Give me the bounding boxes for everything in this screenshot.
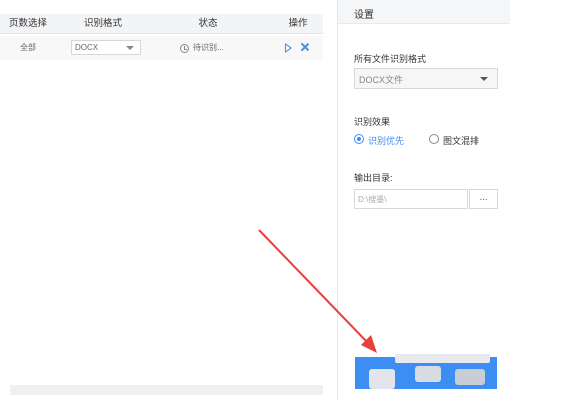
column-status: 状态 [198, 18, 218, 29]
row-format-value: DOCX [75, 43, 99, 52]
format-label: 所有文件识别格式 [354, 54, 427, 64]
horizontal-scrollbar[interactable] [10, 385, 323, 395]
settings-panel: 设置 所有文件识别格式 DOCX文件 识别效果 识别优先 图文混排 输出目录: … [337, 0, 510, 400]
table-header: 页数选择 识别格式 状态 操作 [0, 14, 323, 34]
radio-mixed-layout-label[interactable]: 图文混排 [443, 134, 479, 147]
radio-recognition-first-label[interactable]: 识别优先 [368, 134, 404, 147]
output-dir-value: D:\搜墨\ [358, 195, 387, 204]
chevron-down-icon [480, 77, 488, 81]
format-select[interactable]: DOCX文件 [354, 68, 498, 89]
output-label: 输出目录: [354, 173, 393, 183]
radio-mixed-layout[interactable] [429, 134, 439, 144]
column-actions: 操作 [288, 18, 308, 29]
table-row: 全部 DOCX 待识别... [0, 36, 323, 60]
row-pages: 全部 [20, 43, 36, 52]
column-format: 识别格式 [83, 18, 122, 29]
clock-icon [180, 44, 189, 53]
close-icon[interactable] [300, 42, 310, 52]
chevron-down-icon [126, 46, 134, 50]
row-format-select[interactable]: DOCX [71, 40, 141, 55]
browse-button[interactable]: ... [469, 189, 498, 209]
row-status: 待识别... [193, 43, 224, 52]
settings-title: 设置 [354, 10, 374, 21]
blurred-region [369, 369, 395, 389]
file-list-panel: 页数选择 识别格式 状态 操作 全部 DOCX 待识别... [0, 0, 323, 400]
play-icon[interactable] [285, 43, 292, 53]
column-pages: 页数选择 [8, 18, 47, 29]
output-dir-input[interactable]: D:\搜墨\ [354, 189, 468, 209]
blurred-region [395, 354, 490, 363]
blurred-region [415, 366, 441, 382]
format-select-value: DOCX文件 [359, 75, 404, 85]
settings-header: 设置 [338, 0, 510, 24]
effect-label: 识别效果 [354, 117, 391, 127]
radio-recognition-first[interactable] [354, 134, 364, 144]
blurred-region [455, 369, 485, 385]
start-convert-button[interactable] [355, 354, 497, 389]
